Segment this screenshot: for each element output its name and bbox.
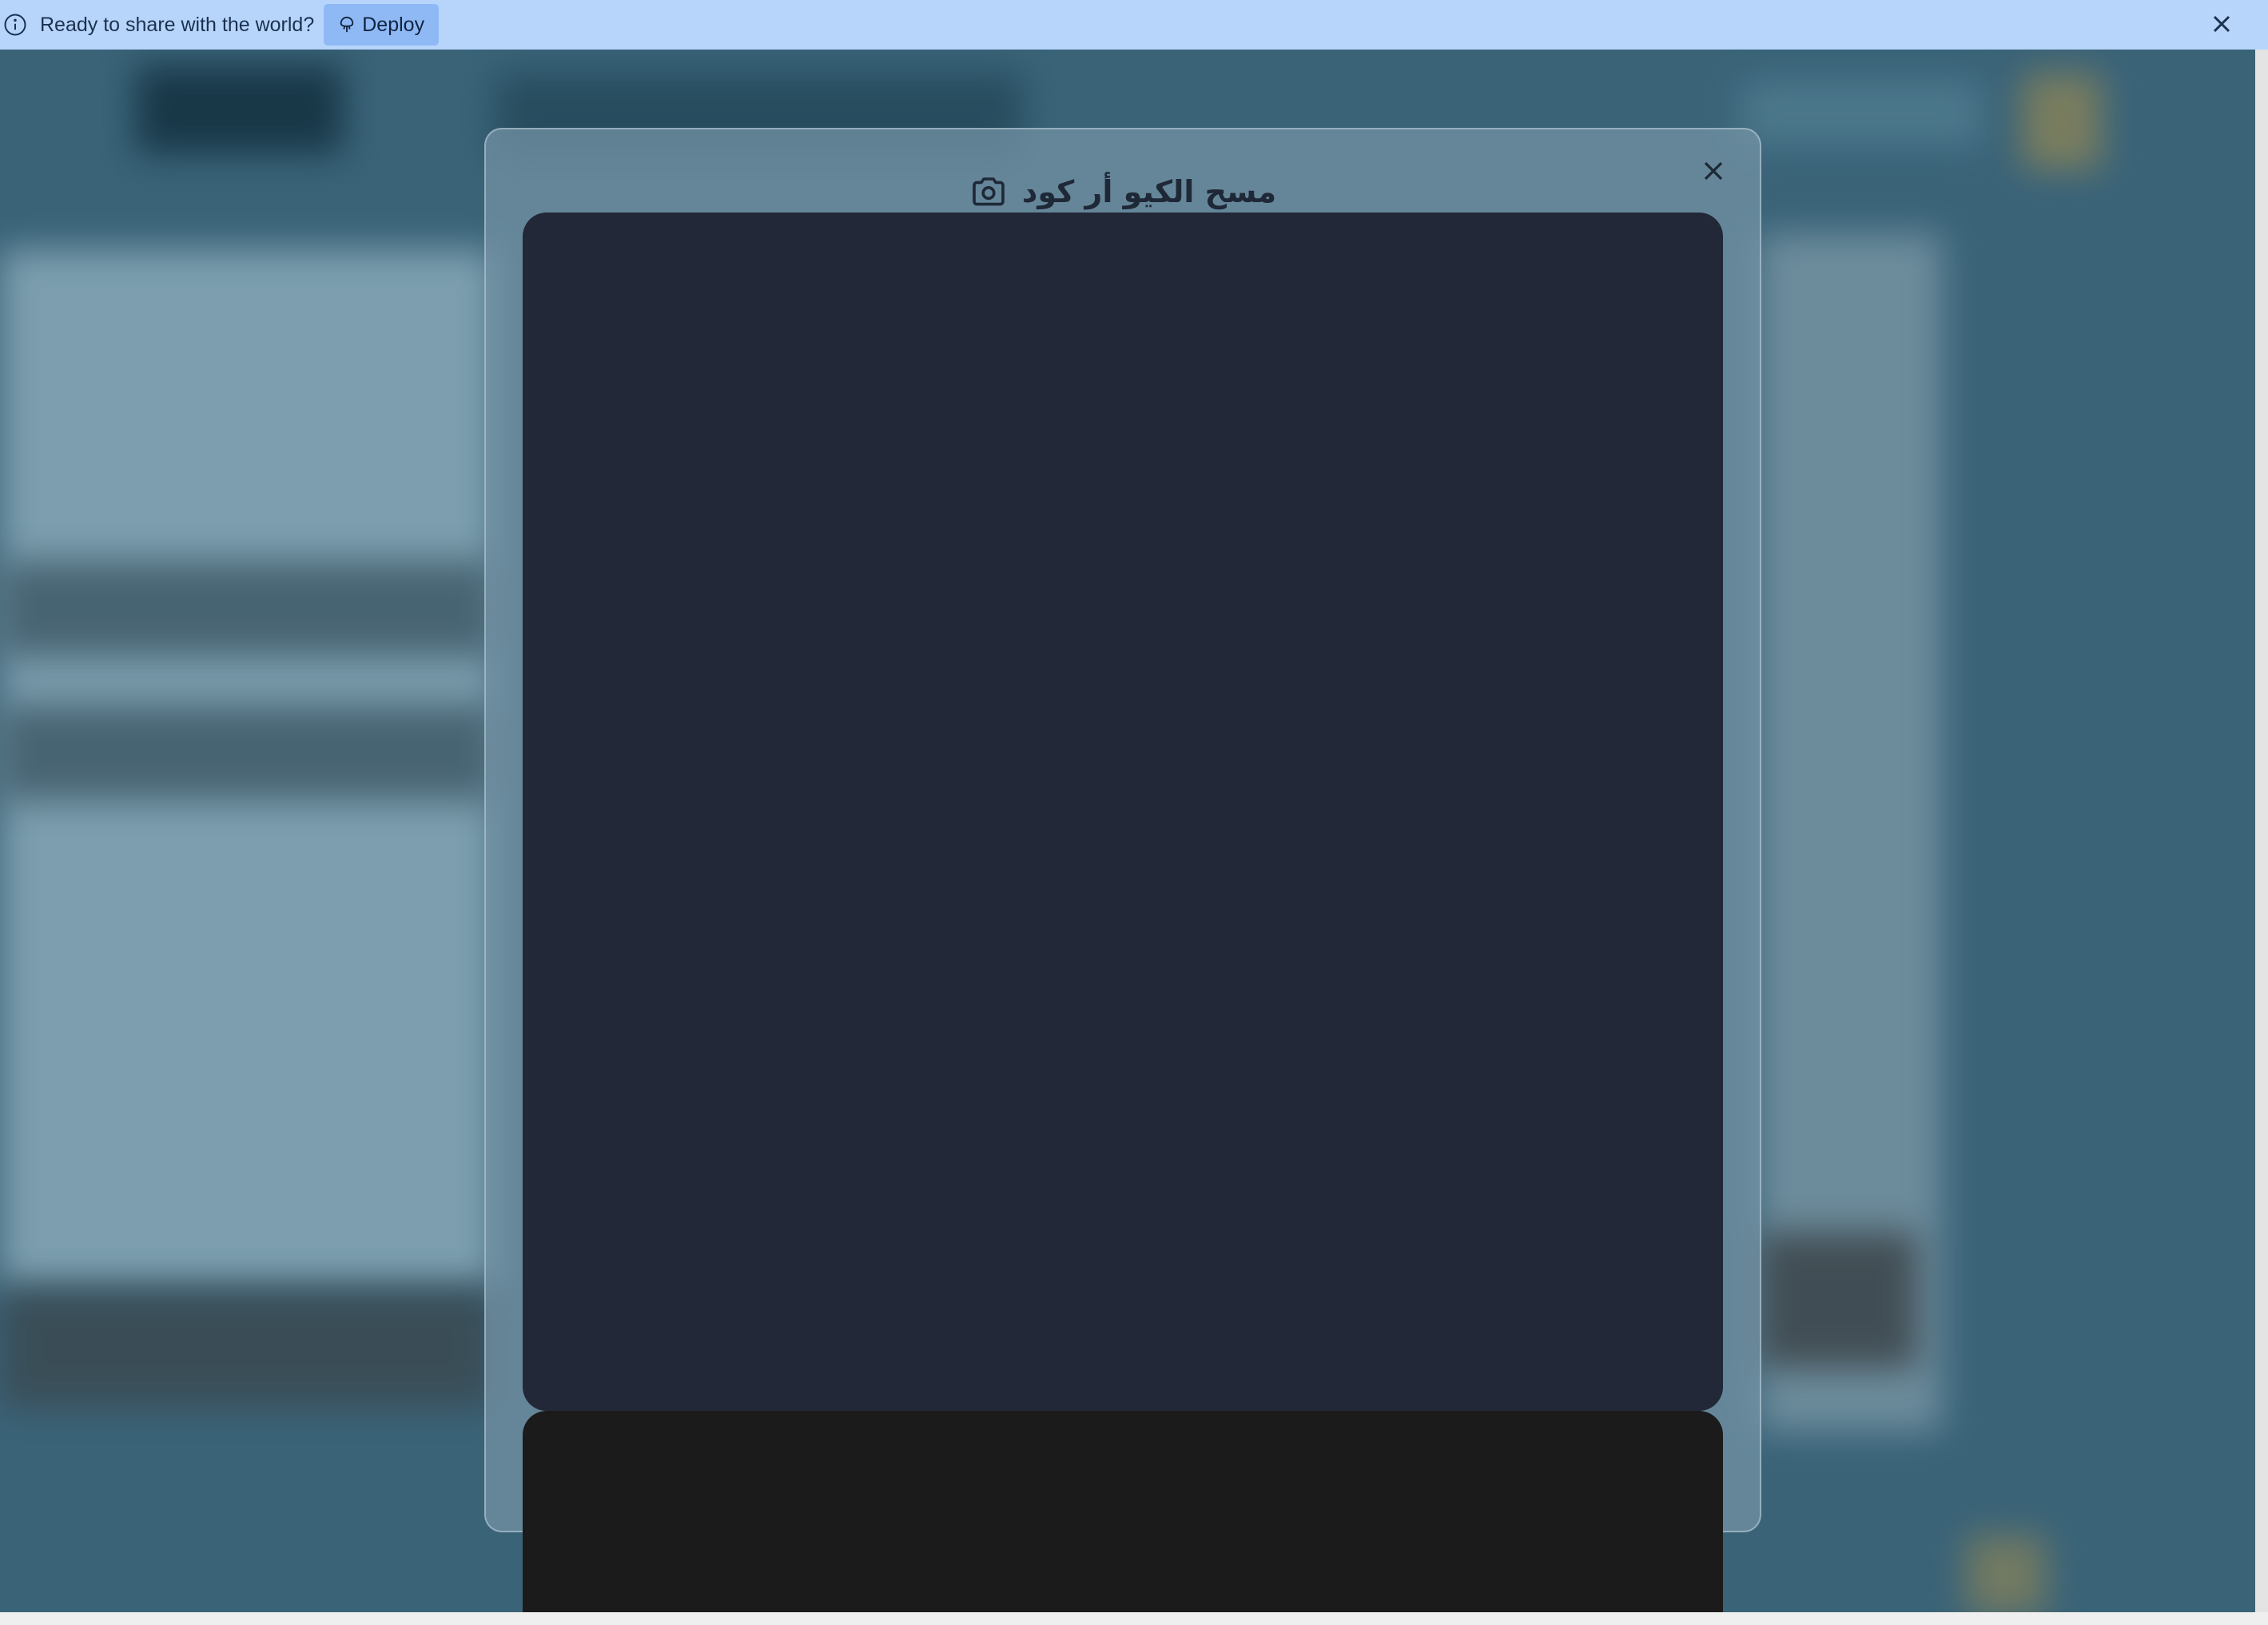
scan-result-panel — [523, 1411, 1723, 1612]
background-blob — [1758, 1232, 1918, 1368]
background-blob — [1966, 1536, 2046, 1612]
close-icon[interactable] — [2207, 10, 2236, 38]
background-blob — [0, 1288, 495, 1408]
deploy-button[interactable]: Deploy — [324, 4, 440, 46]
deploy-banner: Ready to share with the world? Deploy — [0, 0, 2268, 50]
vertical-scrollbar[interactable] — [2255, 50, 2268, 1612]
camera-icon — [973, 177, 1005, 206]
background-blob — [0, 705, 495, 801]
horizontal-scrollbar[interactable] — [0, 1612, 2268, 1625]
modal-title: مسح الكيو أر كود — [486, 166, 1760, 217]
info-icon — [4, 14, 26, 36]
background-blob — [0, 561, 495, 657]
close-icon[interactable] — [1697, 155, 1729, 187]
deploy-icon — [340, 16, 354, 33]
camera-viewport[interactable] — [523, 213, 1723, 1411]
modal-title-text: مسح الكيو أر كود — [1021, 174, 1277, 209]
background-blob — [136, 66, 344, 153]
background-blob — [1742, 81, 1982, 145]
deploy-button-label: Deploy — [362, 13, 425, 36]
background-blob — [2022, 74, 2102, 169]
banner-message: Ready to share with the world? — [40, 13, 315, 36]
